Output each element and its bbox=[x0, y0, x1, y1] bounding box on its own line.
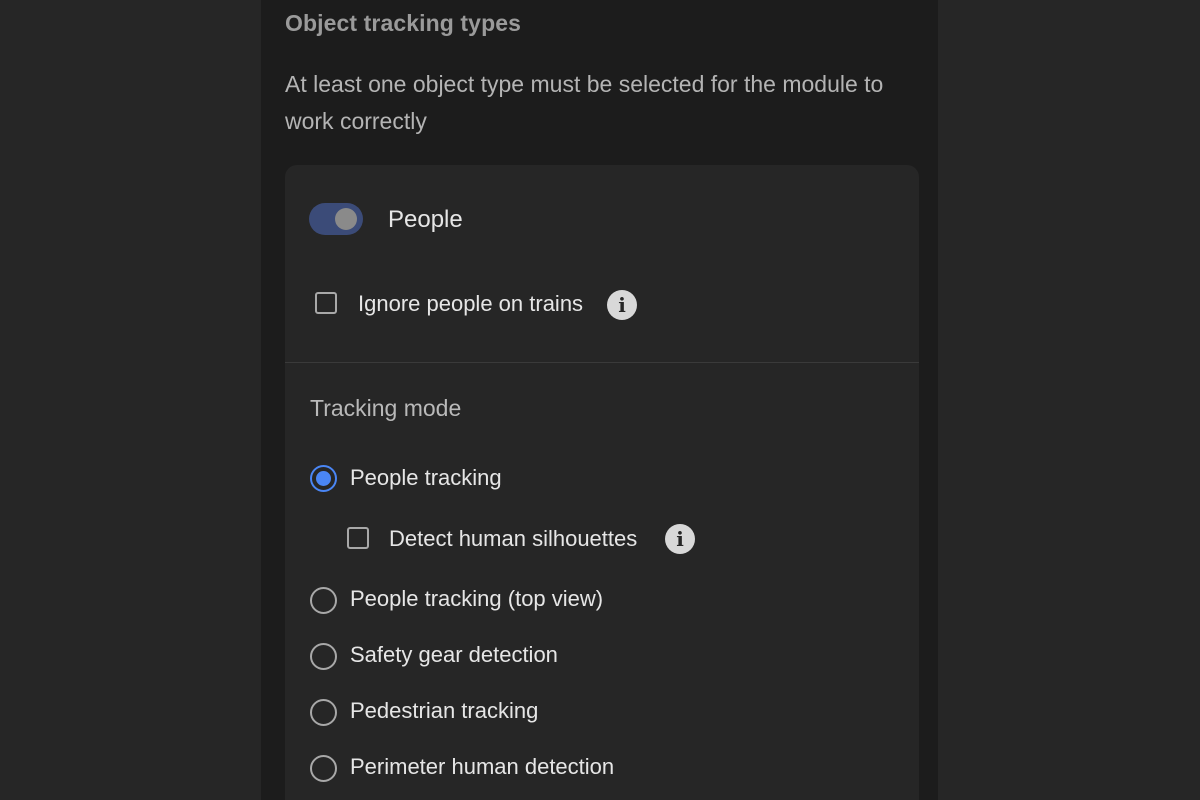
radio-label-people-tracking-top-view: People tracking (top view) bbox=[350, 586, 604, 611]
tracking-mode-heading: Tracking mode bbox=[310, 395, 462, 421]
radio-people-tracking[interactable] bbox=[310, 465, 337, 492]
ignore-trains-label: Ignore people on trains bbox=[358, 291, 584, 316]
card-divider bbox=[285, 362, 919, 363]
detect-silhouettes-label: Detect human silhouettes bbox=[389, 526, 638, 551]
ignore-trains-checkbox[interactable] bbox=[315, 292, 337, 314]
radio-label-pedestrian-tracking: Pedestrian tracking bbox=[350, 698, 539, 723]
info-icon[interactable]: i bbox=[607, 290, 637, 320]
section-description: At least one object type must be selecte… bbox=[285, 71, 884, 134]
people-toggle[interactable] bbox=[309, 203, 363, 235]
toggle-knob bbox=[335, 208, 357, 230]
people-toggle-label: People bbox=[388, 206, 463, 233]
radio-label-perimeter-human-detection: Perimeter human detection bbox=[350, 754, 615, 779]
radio-perimeter-human-detection[interactable] bbox=[310, 755, 337, 782]
radio-label-safety-gear-detection: Safety gear detection bbox=[350, 642, 558, 667]
radio-safety-gear-detection[interactable] bbox=[310, 643, 337, 670]
radio-label-people-tracking: People tracking bbox=[350, 465, 502, 490]
detect-silhouettes-checkbox[interactable] bbox=[347, 527, 369, 549]
section-title: Object tracking types bbox=[285, 10, 522, 36]
radio-people-tracking-top-view[interactable] bbox=[310, 587, 337, 614]
page: Object tracking types At least one objec… bbox=[0, 0, 1200, 800]
info-icon[interactable]: i bbox=[665, 524, 695, 554]
radio-pedestrian-tracking[interactable] bbox=[310, 699, 337, 726]
